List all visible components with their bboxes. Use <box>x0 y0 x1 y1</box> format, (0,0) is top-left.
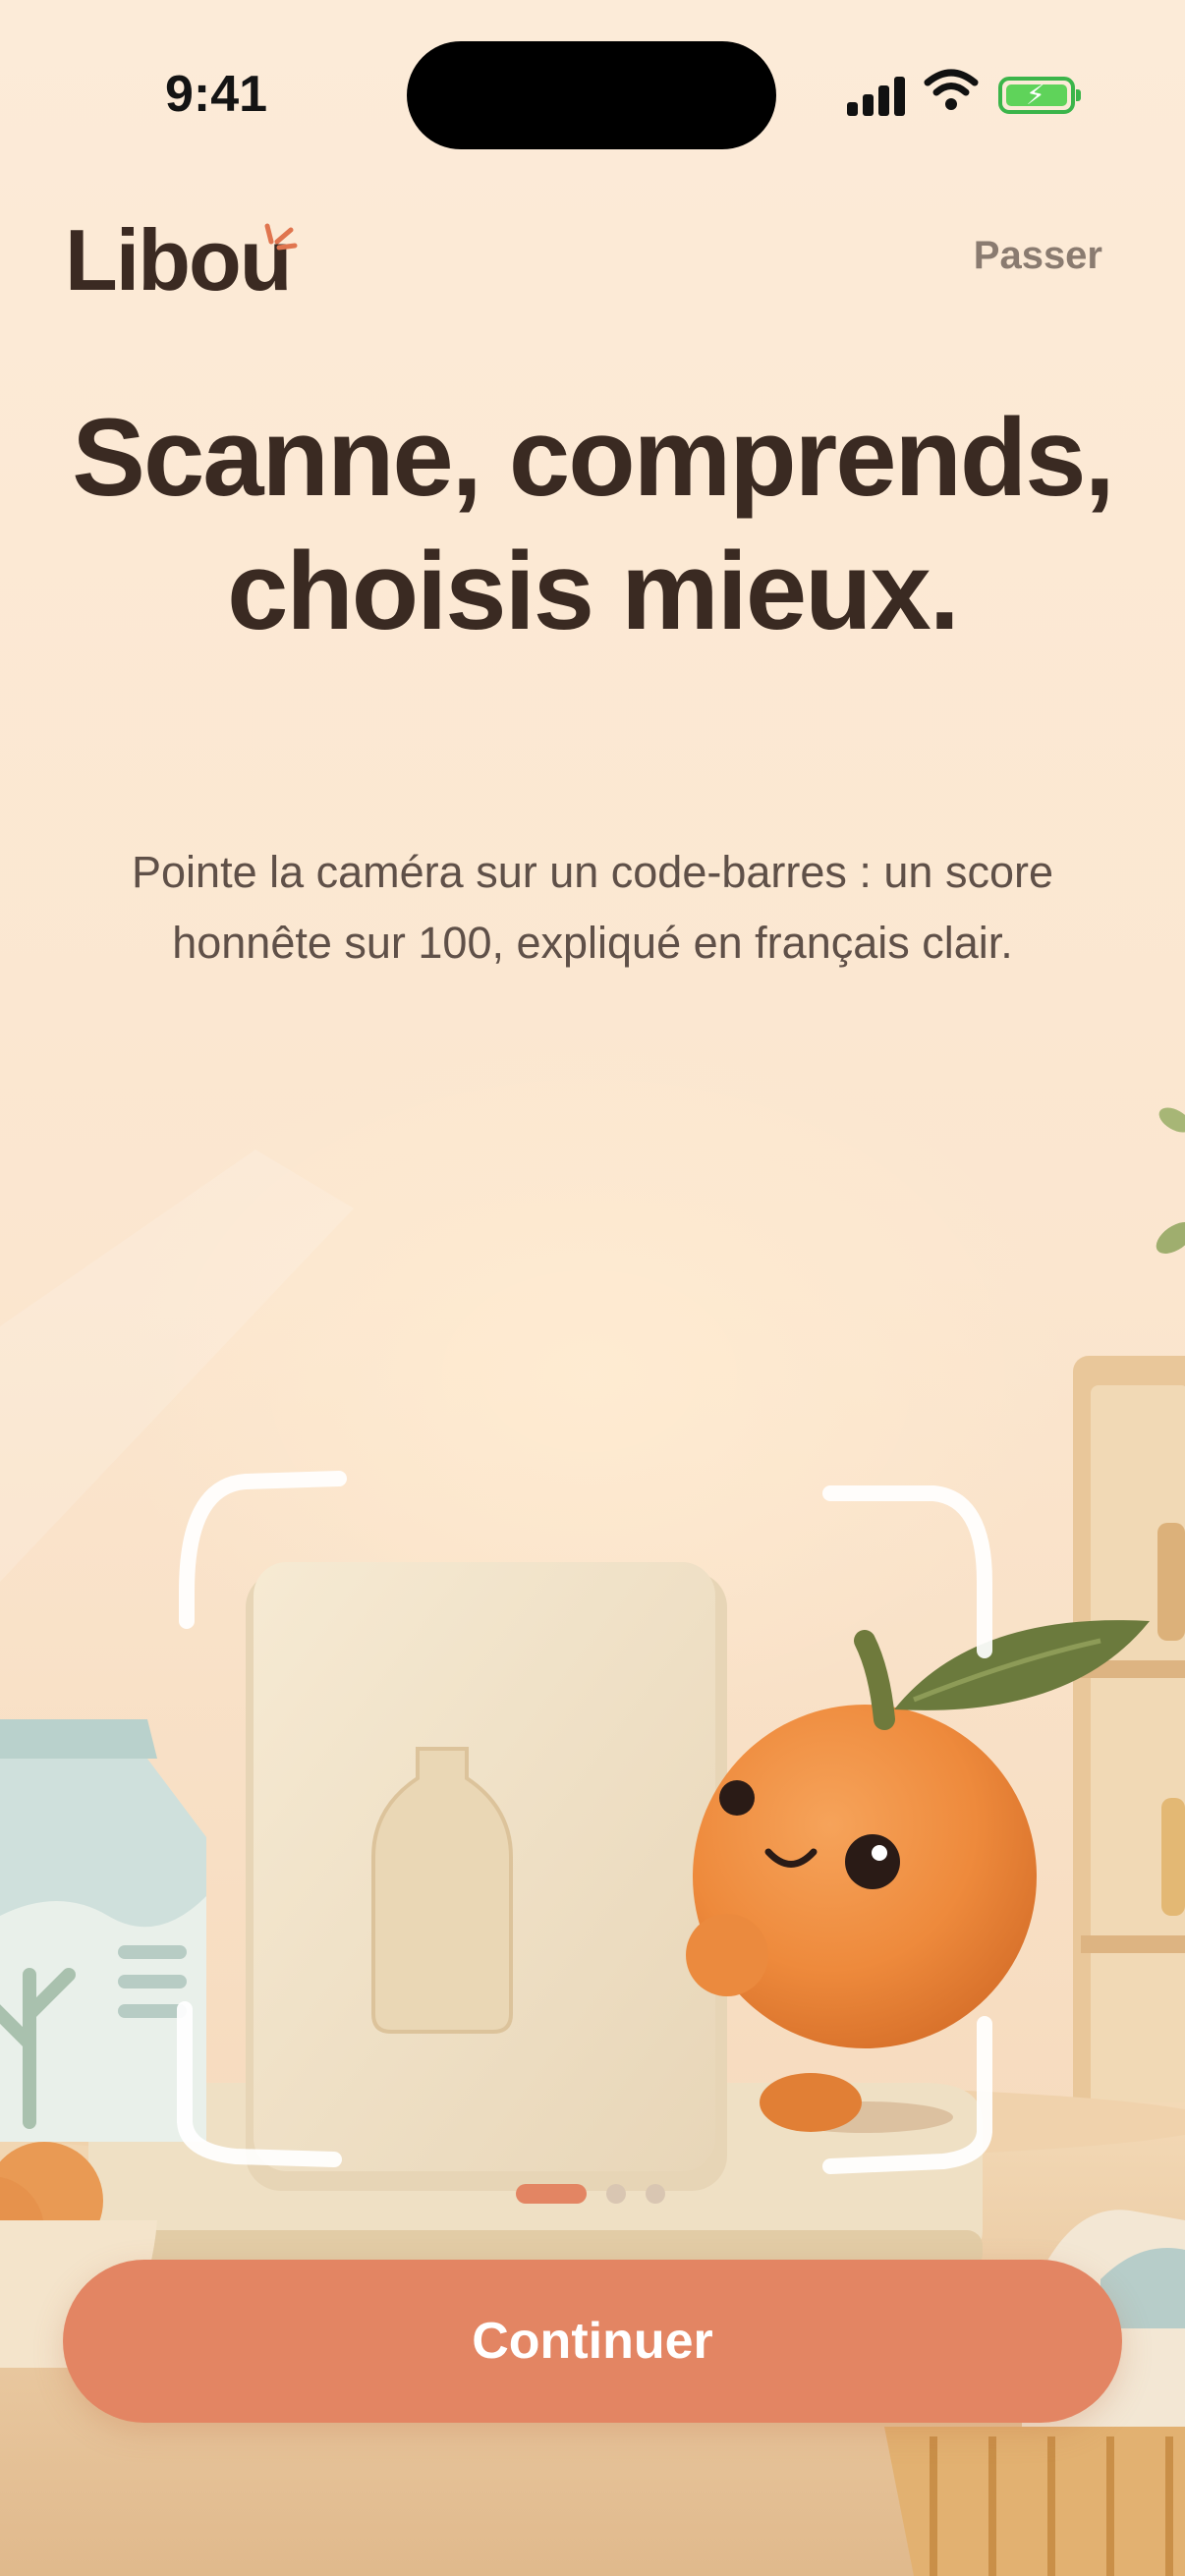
signal-icon <box>847 73 908 116</box>
continue-button[interactable]: Continuer <box>63 2260 1122 2423</box>
logo-spark-icon <box>264 223 298 251</box>
page-dot <box>606 2184 626 2204</box>
status-bar: 9:41 ⚡ <box>0 0 1185 196</box>
page-dot <box>646 2184 665 2204</box>
wifi-icon <box>924 69 979 110</box>
status-time: 9:41 <box>165 66 268 123</box>
onboarding-subtitle: Pointe la caméra sur un code-barres : un… <box>132 847 1053 968</box>
battery-icon: ⚡ <box>998 77 1081 114</box>
app-logo: Libou <box>65 211 292 308</box>
onboarding-headline: Scanne, comprends, choisis mieux. <box>72 396 1114 652</box>
skip-button[interactable]: Passer <box>974 234 1102 278</box>
dynamic-island <box>407 41 776 149</box>
page-dot-active <box>516 2184 587 2204</box>
